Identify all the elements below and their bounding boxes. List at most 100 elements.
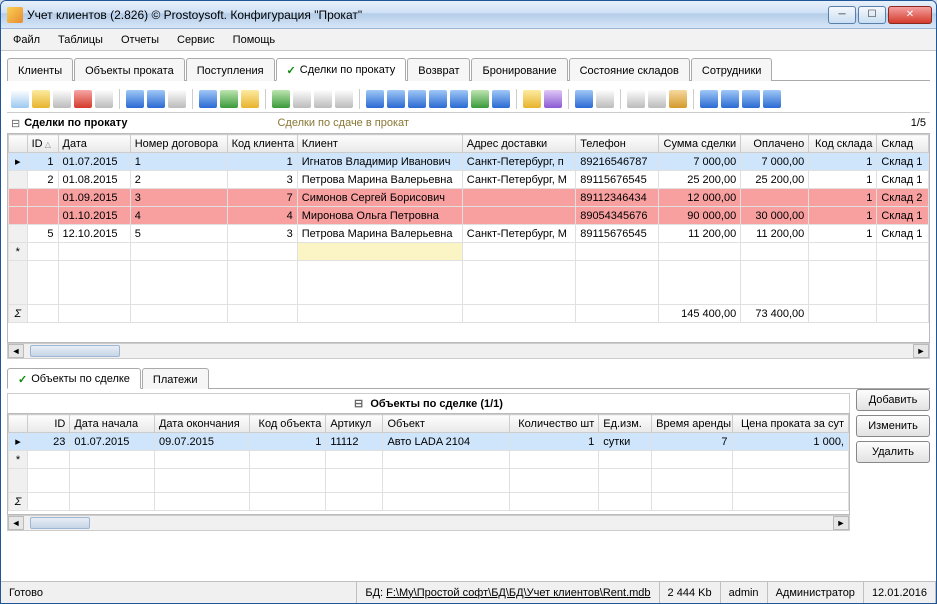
cell[interactable]: 11112: [326, 433, 383, 451]
cell[interactable]: [227, 243, 297, 261]
cell[interactable]: 89054345676: [576, 207, 659, 225]
cell[interactable]: 25 200,00: [658, 171, 741, 189]
cell[interactable]: 7: [652, 433, 732, 451]
cell[interactable]: 23: [28, 433, 70, 451]
cell[interactable]: 30 000,00: [741, 207, 809, 225]
cell[interactable]: [154, 451, 249, 469]
table-row[interactable]: ▸2301.07.201509.07.2015111112Авто LADA 2…: [9, 433, 849, 451]
menu-reports[interactable]: Отчеты: [113, 32, 167, 48]
minimize-button[interactable]: ─: [828, 6, 856, 24]
col-header[interactable]: Телефон: [576, 135, 659, 153]
main-hscroll[interactable]: ◄ ►: [7, 343, 930, 359]
cell[interactable]: 1: [809, 171, 877, 189]
col-header[interactable]: ID △: [27, 135, 58, 153]
cell[interactable]: Склад 1: [877, 225, 929, 243]
cell[interactable]: Склад 1: [877, 171, 929, 189]
tool-edit-icon[interactable]: [32, 90, 50, 108]
add-button[interactable]: Добавить: [856, 389, 930, 411]
cell[interactable]: [741, 189, 809, 207]
cell[interactable]: [652, 451, 732, 469]
scroll-right-icon[interactable]: ►: [913, 344, 929, 358]
cell[interactable]: Авто LADA 2104: [383, 433, 510, 451]
cell[interactable]: 01.09.2015: [58, 189, 130, 207]
collapse-icon[interactable]: ⊟: [11, 117, 20, 130]
new-row[interactable]: *: [9, 243, 929, 261]
cell[interactable]: 4: [130, 207, 227, 225]
cell[interactable]: 89115676545: [576, 171, 659, 189]
tool-find-icon[interactable]: [293, 90, 311, 108]
scroll-thumb[interactable]: [30, 345, 120, 357]
cell[interactable]: 7 000,00: [741, 153, 809, 171]
col-header[interactable]: Дата: [58, 135, 130, 153]
tool-icon[interactable]: [575, 90, 593, 108]
table-row[interactable]: 512.10.201553Петрова Марина ВалерьевнаСа…: [9, 225, 929, 243]
cell[interactable]: Санкт-Петербург, М: [462, 171, 575, 189]
cell[interactable]: 09.07.2015: [154, 433, 249, 451]
col-header[interactable]: Объект: [383, 415, 510, 433]
cell[interactable]: [877, 243, 929, 261]
col-header[interactable]: Склад: [877, 135, 929, 153]
cell[interactable]: [462, 189, 575, 207]
table-row[interactable]: ▸101.07.201511Игнатов Владимир ИвановичС…: [9, 153, 929, 171]
tool-chart-icon[interactable]: [544, 90, 562, 108]
cell[interactable]: [326, 451, 383, 469]
cell[interactable]: 5: [27, 225, 58, 243]
cell[interactable]: 1: [510, 433, 599, 451]
tab-7[interactable]: Сотрудники: [691, 58, 773, 81]
tool-sql-icon[interactable]: [241, 90, 259, 108]
cell[interactable]: [70, 451, 155, 469]
cell[interactable]: 1: [250, 433, 326, 451]
tool-next-icon[interactable]: [742, 90, 760, 108]
cell[interactable]: 1: [809, 207, 877, 225]
col-header[interactable]: Количество шт: [510, 415, 599, 433]
tool-icon[interactable]: [335, 90, 353, 108]
tab-4[interactable]: Возврат: [407, 58, 470, 81]
tool-icon[interactable]: [95, 90, 113, 108]
cell[interactable]: 3: [130, 189, 227, 207]
tab-3[interactable]: ✓Сделки по прокату: [276, 58, 407, 81]
cell[interactable]: 12.10.2015: [58, 225, 130, 243]
edit-button[interactable]: Изменить: [856, 415, 930, 437]
tool-excel-icon[interactable]: [471, 90, 489, 108]
cell[interactable]: Санкт-Петербург, М: [462, 225, 575, 243]
cell[interactable]: 89216546787: [576, 153, 659, 171]
cell[interactable]: [732, 451, 848, 469]
tool-icon[interactable]: [492, 90, 510, 108]
main-grid[interactable]: ID △ДатаНомер договораКод клиентаКлиентА…: [7, 133, 930, 343]
cell[interactable]: [658, 243, 741, 261]
cell[interactable]: 1: [809, 225, 877, 243]
tool-filter2-icon[interactable]: [147, 90, 165, 108]
tab-2[interactable]: Поступления: [186, 58, 275, 81]
cell[interactable]: [462, 207, 575, 225]
cell[interactable]: 1: [130, 153, 227, 171]
cell[interactable]: 2: [27, 171, 58, 189]
tool-icon[interactable]: [450, 90, 468, 108]
cell[interactable]: 1: [27, 153, 58, 171]
menu-tables[interactable]: Таблицы: [50, 32, 111, 48]
menu-help[interactable]: Помощь: [225, 32, 284, 48]
tool-grid-icon[interactable]: [627, 90, 645, 108]
col-header[interactable]: Дата начала: [70, 415, 155, 433]
col-header[interactable]: Ед.изм.: [599, 415, 652, 433]
tool-first-icon[interactable]: [700, 90, 718, 108]
col-header[interactable]: Оплачено: [741, 135, 809, 153]
cell[interactable]: 11 200,00: [741, 225, 809, 243]
cell[interactable]: Игнатов Владимир Иванович: [297, 153, 462, 171]
col-header[interactable]: Клиент: [297, 135, 462, 153]
tool-icon[interactable]: [429, 90, 447, 108]
tool-prev-icon[interactable]: [721, 90, 739, 108]
col-header[interactable]: Сумма сделки: [658, 135, 741, 153]
col-header[interactable]: Цена проката за сут: [732, 415, 848, 433]
tool-copy-icon[interactable]: [53, 90, 71, 108]
tool-grid2-icon[interactable]: [648, 90, 666, 108]
table-row[interactable]: 201.08.201523Петрова Марина ВалерьевнаСа…: [9, 171, 929, 189]
cell[interactable]: сутки: [599, 433, 652, 451]
cell[interactable]: [741, 243, 809, 261]
tool-icon[interactable]: [168, 90, 186, 108]
tab-6[interactable]: Состояние складов: [569, 58, 690, 81]
cell[interactable]: 89115676545: [576, 225, 659, 243]
cell[interactable]: 2: [130, 171, 227, 189]
col-header[interactable]: Время аренды: [652, 415, 732, 433]
cell[interactable]: 1: [809, 153, 877, 171]
cell[interactable]: [599, 451, 652, 469]
